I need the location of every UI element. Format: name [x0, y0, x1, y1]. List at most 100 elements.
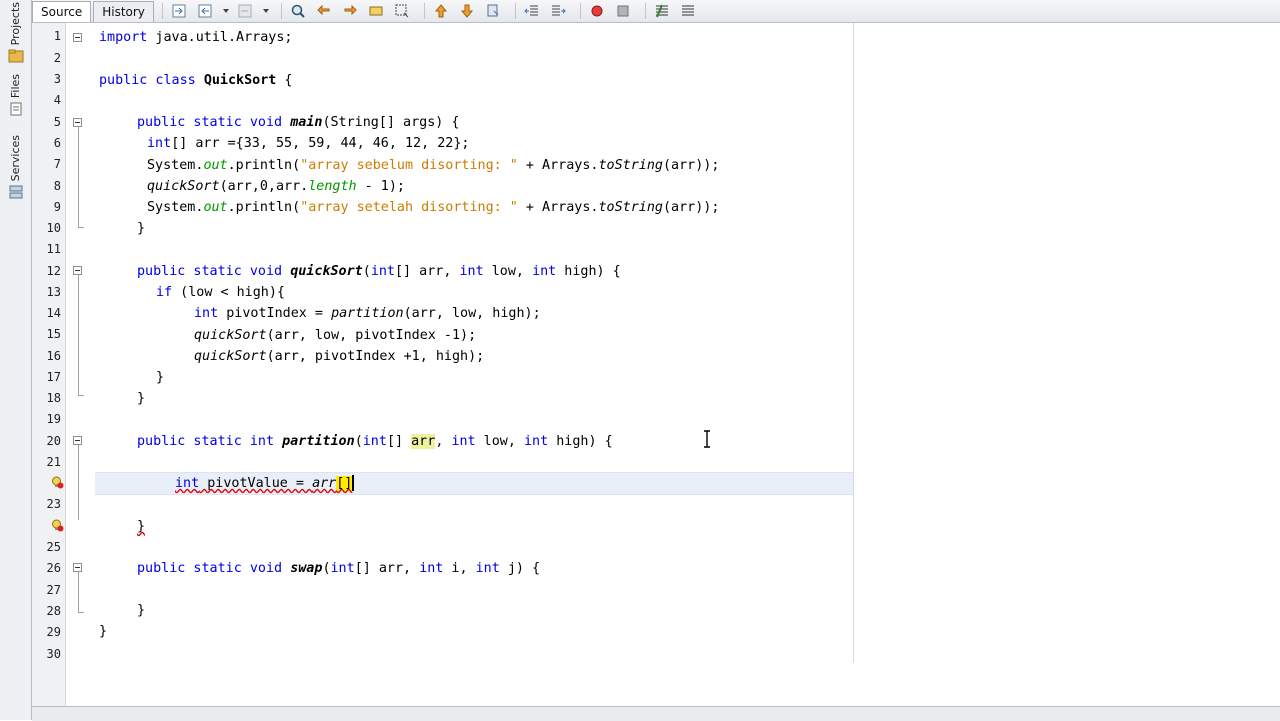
find-icon[interactable] [288, 2, 308, 20]
code-line: if (low < high){ [156, 282, 285, 303]
line-number: 10 [46, 221, 61, 235]
code-text: ( [322, 561, 331, 576]
keyword: int [532, 264, 557, 279]
fold-toggle-icon[interactable] [73, 266, 82, 275]
line-number: 25 [46, 540, 61, 554]
toolbar-separator [423, 3, 425, 19]
toggle-rectangular-icon[interactable] [392, 2, 412, 20]
code-text: (arr, low, pivotIndex -1); [266, 328, 477, 343]
code-line: System.out.println("array setelah disort… [147, 197, 719, 218]
line-number: 2 [53, 51, 61, 65]
line-number: 19 [46, 412, 61, 426]
side-tab-projects[interactable]: Projects [0, 2, 31, 63]
fold-toggle-icon[interactable] [73, 436, 82, 445]
code-line: public static void quickSort(int[] arr, … [137, 261, 621, 282]
line-number: 9 [53, 200, 61, 214]
tab-source[interactable]: Source [32, 0, 92, 22]
next-bookmark-icon[interactable] [457, 2, 477, 20]
fold-toggle-icon[interactable] [73, 33, 82, 42]
line-number: 16 [46, 349, 61, 363]
keyword: int [370, 264, 395, 279]
code-text: .println( [227, 158, 301, 173]
find-next-icon[interactable] [340, 2, 360, 20]
code-text: } [137, 221, 146, 236]
status-bar [32, 706, 1280, 721]
previous-bookmark-icon[interactable] [431, 2, 451, 20]
code-text: System. [147, 158, 204, 173]
side-tab-label: Services [9, 135, 22, 182]
line-number: 30 [46, 647, 61, 661]
code-line: } [99, 621, 107, 642]
toggle-highlight-icon[interactable] [366, 2, 386, 20]
tab-history[interactable]: History [93, 0, 154, 22]
side-tab-files[interactable]: Files [0, 74, 31, 116]
code-text: (arr,0,arr. [219, 179, 309, 194]
code-text: } [137, 603, 146, 618]
line-number: 20 [46, 434, 61, 448]
code-line: public static int partition(int[] arr, i… [137, 431, 613, 452]
fold-toggle-icon[interactable] [73, 563, 82, 572]
uncomment-icon[interactable] [678, 2, 698, 20]
code-text: low, [483, 264, 533, 279]
fold-guide [78, 612, 84, 613]
projects-icon [8, 49, 23, 63]
keyword: public class [99, 73, 196, 88]
highlighted-identifier: arr [411, 434, 436, 449]
code-text: [] [386, 434, 412, 449]
keyword: public static void [137, 264, 283, 279]
method-call: toString [598, 200, 663, 215]
chevron-down-icon[interactable] [261, 2, 271, 20]
code-editor[interactable]: import java.util.Arrays; public class Qu… [95, 23, 1280, 706]
side-tab-services[interactable]: Services [0, 135, 31, 199]
code-text: high) { [556, 264, 621, 279]
code-line: } [137, 600, 145, 621]
code-text: (arr, low, high); [403, 306, 541, 321]
editor-toolbar: Source History [32, 0, 1280, 23]
shift-right-icon[interactable] [548, 2, 568, 20]
stop-macro-icon[interactable] [613, 2, 633, 20]
code-line: int pivotIndex = partition(arr, low, hig… [194, 303, 541, 324]
keyword: int [362, 434, 387, 449]
find-previous-icon[interactable] [314, 2, 334, 20]
code-text: [] arr ={33, 55, 59, 44, 46, 12, 22}; [171, 136, 470, 151]
keyword: int [451, 434, 476, 449]
line-number: 3 [53, 72, 61, 86]
services-icon [9, 185, 22, 199]
code-line: int pivotValue = arr[] [175, 473, 355, 494]
forward-icon[interactable] [235, 2, 255, 20]
code-text: ( [362, 264, 371, 279]
code-text: (low < high){ [172, 285, 285, 300]
code-text: [] arr, [395, 264, 460, 279]
code-text: } [156, 370, 165, 385]
keyword: import [99, 30, 148, 45]
keyword: int [524, 434, 549, 449]
toolbar-separator [514, 3, 516, 19]
toolbar-separator [161, 3, 163, 19]
ibeam-cursor-icon [704, 430, 710, 448]
method-name: quickSort [290, 264, 363, 279]
keyword: int [419, 561, 444, 576]
toolbar-separator [280, 3, 282, 19]
last-edit-icon[interactable] [169, 2, 189, 20]
code-text: + Arrays. [517, 200, 599, 215]
fold-toggle-icon[interactable] [73, 118, 82, 127]
code-line: System.out.println("array sebelum disort… [147, 155, 719, 176]
shift-left-icon[interactable] [522, 2, 542, 20]
code-text: high) { [548, 434, 613, 449]
code-line: quickSort(arr, low, pivotIndex -1); [194, 325, 476, 346]
code-line: public class QuickSort { [99, 70, 293, 91]
error-lightbulb-icon[interactable] [51, 519, 64, 532]
chevron-down-icon[interactable] [221, 2, 231, 20]
error-underlined-code: int pivotValue = arr[] [175, 476, 353, 491]
toggle-bookmark-icon[interactable] [483, 2, 503, 20]
start-macro-icon[interactable] [587, 2, 607, 20]
back-icon[interactable] [195, 2, 215, 20]
error-lightbulb-icon[interactable] [51, 476, 64, 489]
keyword: if [156, 285, 173, 300]
code-text: (String[] args) { [322, 115, 460, 130]
comment-icon[interactable] [652, 2, 672, 20]
string-literal: "array setelah disorting: " [300, 200, 518, 215]
keyword: public static int [137, 434, 275, 449]
line-number: 1 [53, 29, 61, 43]
method-name: swap [290, 561, 323, 576]
